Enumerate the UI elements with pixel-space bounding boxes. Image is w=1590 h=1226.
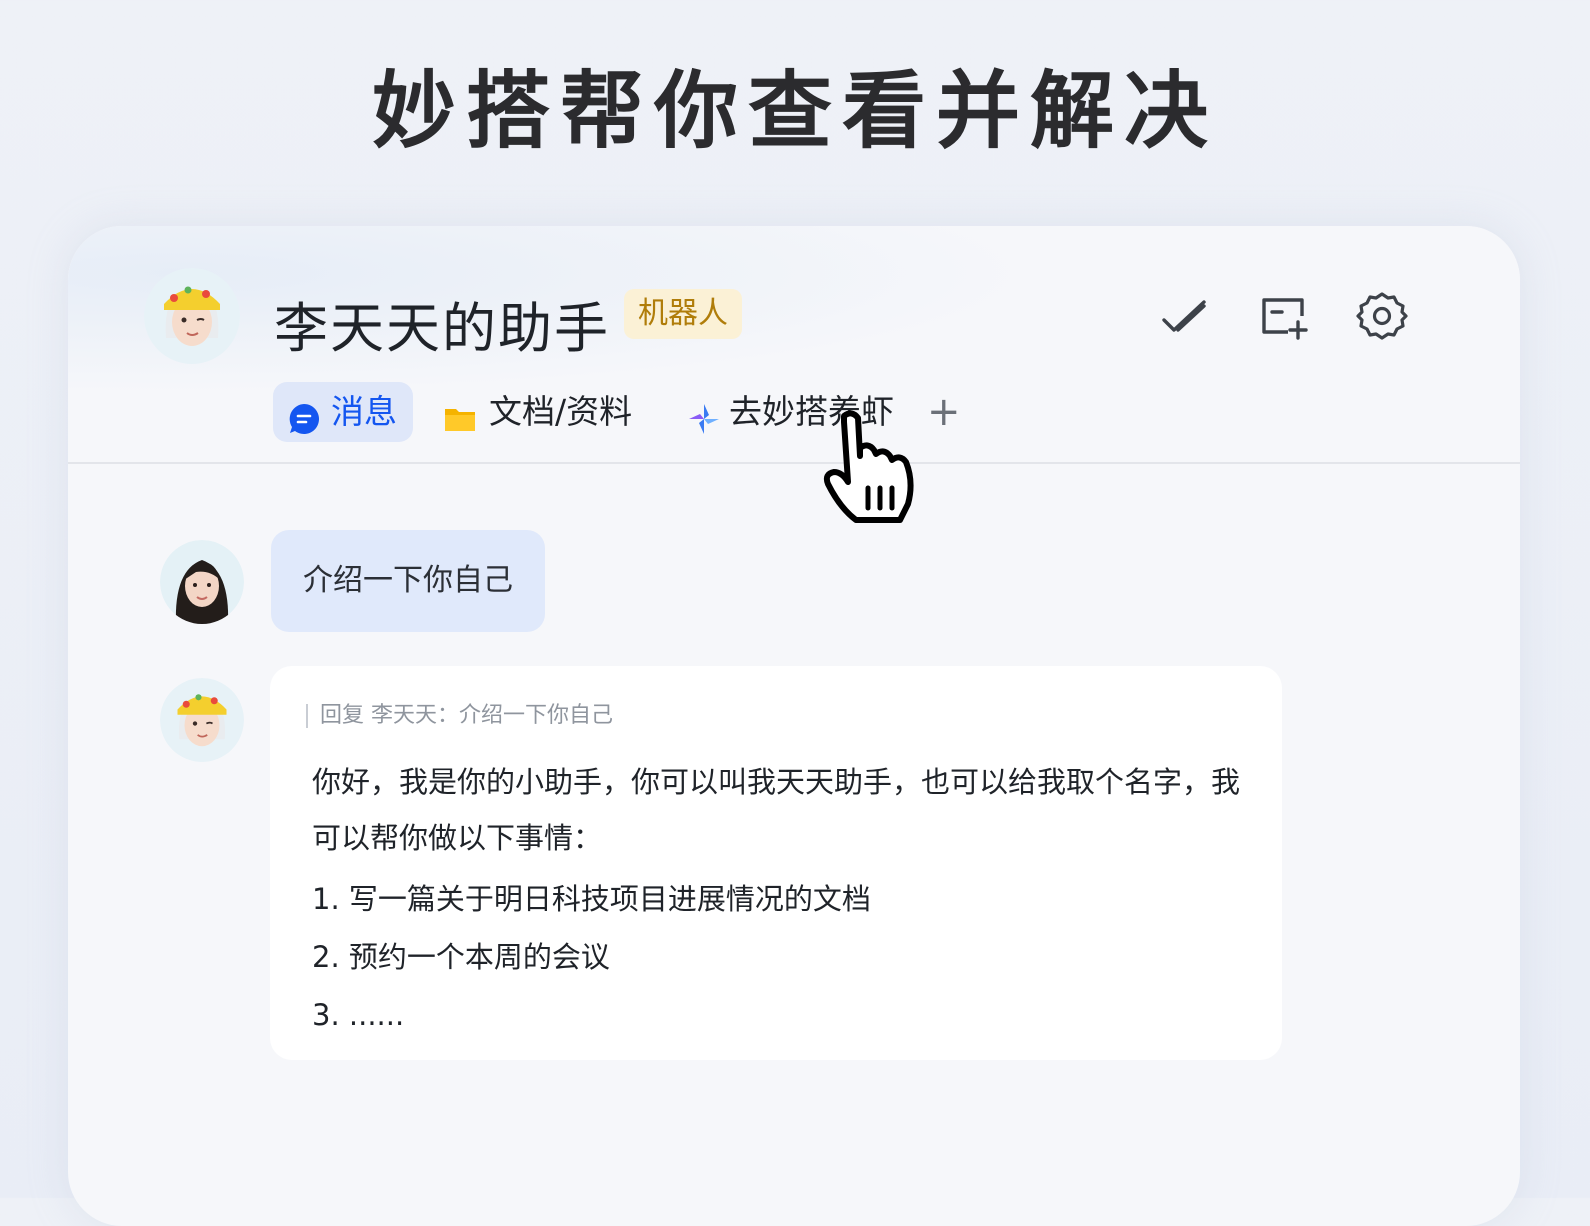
user-avatar[interactable] bbox=[160, 540, 244, 624]
add-window-icon[interactable] bbox=[1258, 290, 1310, 342]
bot-avatar[interactable] bbox=[160, 678, 244, 762]
page-headline: 妙搭帮你查看并解决 bbox=[371, 62, 1218, 160]
bot-badge: 机器人 bbox=[624, 289, 742, 339]
user-message-bubble: 介绍一下你自己 bbox=[271, 530, 545, 632]
bot-message-bubble: 回复 李天天：介绍一下你自己 你好，我是你的小助手，你可以叫我天天助手，也可以给… bbox=[270, 666, 1282, 1060]
tab-messages[interactable]: 消息 bbox=[273, 382, 413, 442]
miaoda-logo-icon bbox=[687, 395, 721, 434]
gear-icon[interactable] bbox=[1356, 290, 1408, 342]
list-item: 3. ...... bbox=[312, 998, 405, 1032]
assistant-chat-window: 李天天的助手 机器人 消息 文档/资料 去妙搭养虾 + 介绍一下你自己 回复 李… bbox=[68, 226, 1520, 1226]
hand-pointer-icon bbox=[822, 408, 926, 524]
tab-label: 消息 bbox=[331, 392, 397, 431]
bot-intro-text: 你好，我是你的小助手，你可以叫我天天助手，也可以给我取个名字，我可以帮你做以下事… bbox=[312, 765, 1241, 855]
check-icon[interactable] bbox=[1158, 290, 1210, 342]
message-list: 介绍一下你自己 回复 李天天：介绍一下你自己 你好，我是你的小助手，你可以叫我天… bbox=[68, 464, 1520, 1226]
list-item: 2. 预约一个本周的会议 bbox=[312, 940, 610, 974]
list-item: 1. 写一篇关于明日科技项目进展情况的文档 bbox=[312, 882, 871, 916]
bot-avatar[interactable] bbox=[144, 268, 240, 364]
tab-documents[interactable]: 文档/资料 bbox=[443, 382, 632, 442]
folder-icon bbox=[443, 395, 477, 431]
bot-name: 李天天的助手 bbox=[274, 297, 610, 360]
tab-label: 文档/资料 bbox=[489, 392, 633, 431]
chat-header: 李天天的助手 机器人 消息 文档/资料 去妙搭养虾 + bbox=[68, 226, 1520, 464]
reply-quote: 回复 李天天：介绍一下你自己 bbox=[306, 704, 613, 728]
chat-bubble-icon bbox=[287, 395, 321, 434]
add-tab-button[interactable]: + bbox=[927, 382, 961, 442]
bot-capability-list: 1. 写一篇关于明日科技项目进展情况的文档 2. 预约一个本周的会议 3. ..… bbox=[312, 870, 871, 1044]
